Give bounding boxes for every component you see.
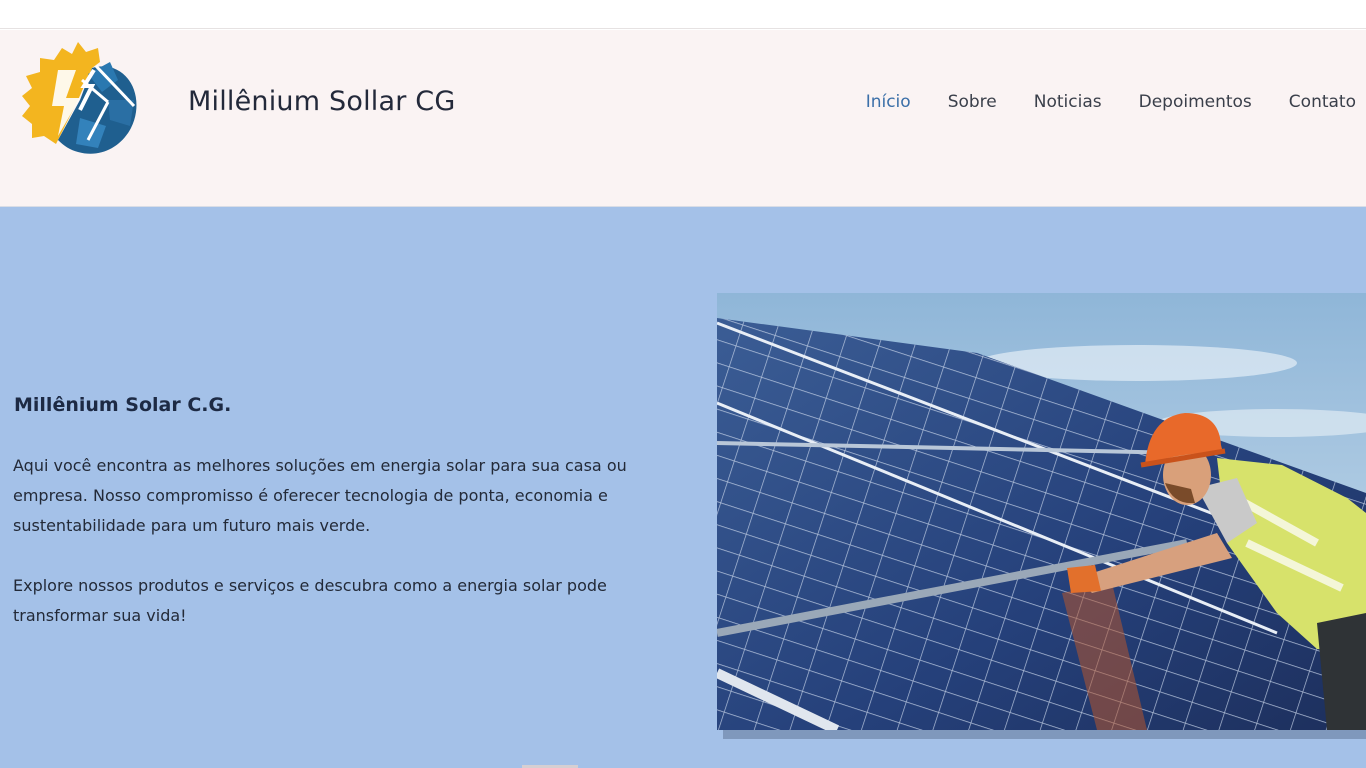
main-nav: Início Sobre Noticias Depoimentos Contat… [829, 92, 1356, 118]
nav-item-inicio[interactable]: Início [866, 92, 911, 118]
nav-item-sobre[interactable]: Sobre [948, 92, 997, 118]
nav-item-noticias[interactable]: Noticias [1034, 92, 1102, 118]
solar-panel-worker-photo [717, 293, 1366, 730]
hero-section: Millênium Solar C.G. Aqui você encontra … [0, 207, 1366, 768]
nav-item-depoimentos[interactable]: Depoimentos [1139, 92, 1252, 118]
top-strip [0, 0, 1366, 29]
site-header: Millênium Sollar CG Início Sobre Noticia… [0, 30, 1366, 207]
hero-paragraph-2: Explore nossos produtos e serviços e des… [13, 576, 607, 625]
brand-name[interactable]: Millênium Sollar CG [188, 86, 456, 117]
nav-item-contato[interactable]: Contato [1289, 92, 1356, 118]
hero-title: Millênium Solar C.G. [14, 394, 232, 416]
hero-description: Aqui você encontra as melhores soluções … [13, 451, 653, 631]
solar-bolt-logo-icon[interactable] [18, 40, 140, 160]
hero-paragraph-1: Aqui você encontra as melhores soluções … [13, 456, 627, 535]
